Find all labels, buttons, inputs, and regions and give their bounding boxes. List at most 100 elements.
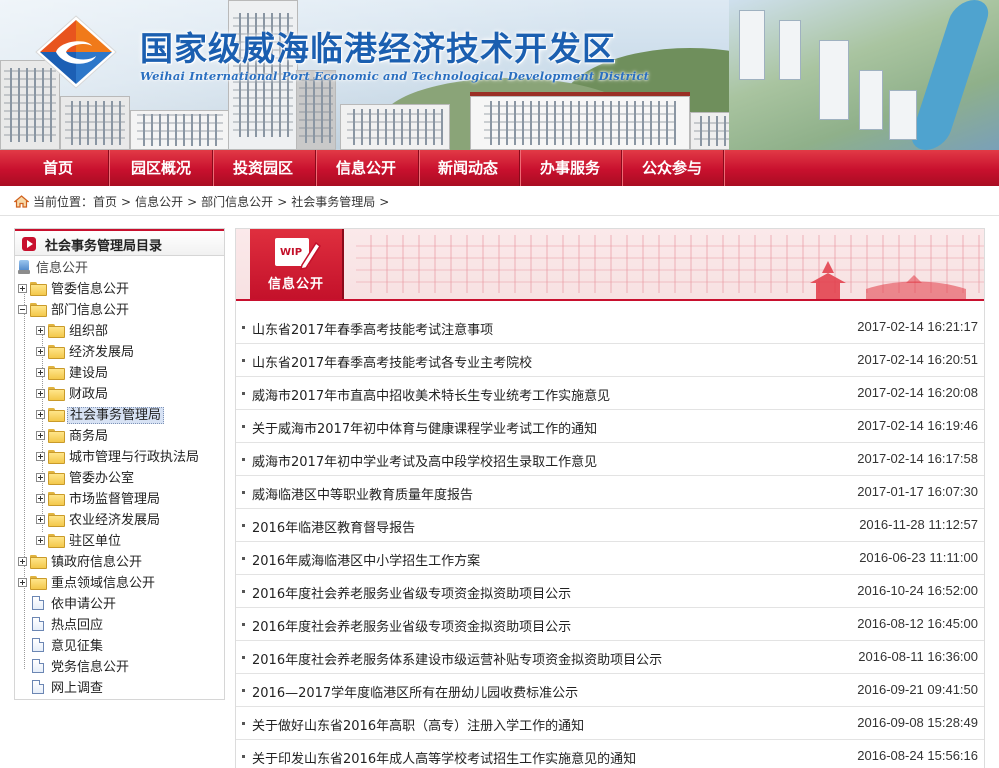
breadcrumb-link-home[interactable]: 首页	[93, 195, 117, 209]
info-disclosure-badge: WIP 信息公开	[250, 229, 342, 299]
breadcrumb-link-current[interactable]: 社会事务管理局	[291, 195, 375, 209]
article-row[interactable]: 关于做好山东省2016年高职（高专）注册入学工作的通知 2016-09-08 15…	[236, 707, 984, 740]
article-row[interactable]: 2016年度社会养老服务业省级专项资金拟资助项目公示 2016-10-24 16:…	[236, 575, 984, 608]
tree-node-on-request[interactable]: 依申请公开	[32, 594, 118, 615]
breadcrumb-link-info[interactable]: 信息公开	[135, 195, 183, 209]
tree-node-market-supervision[interactable]: 市场监督管理局	[36, 489, 162, 510]
article-title-link[interactable]: 山东省2017年春季高考技能考试注意事项	[252, 319, 493, 338]
folder-icon	[48, 513, 65, 527]
nav-item-public-participation[interactable]: 公众参与	[623, 150, 721, 186]
expand-icon[interactable]	[36, 473, 45, 482]
article-row[interactable]: 2016年度社会养老服务业省级专项资金拟资助项目公示 2016-08-12 16:…	[236, 608, 984, 641]
document-icon	[32, 596, 44, 610]
article-title-link[interactable]: 2016年度社会养老服务体系建设市级运营补贴专项资金拟资助项目公示	[252, 649, 662, 668]
article-title-link[interactable]: 关于印发山东省2016年成人高等学校考试招生工作实施意见的通知	[252, 748, 636, 767]
tree-node-social-affairs[interactable]: 社会事务管理局	[36, 405, 165, 426]
tree-node-opinion-collection[interactable]: 意见征集	[32, 636, 105, 657]
article-date: 2017-02-14 16:21:17	[857, 319, 978, 334]
home-icon	[14, 195, 29, 208]
expand-icon[interactable]	[36, 326, 45, 335]
tree-node-online-survey[interactable]: 网上调查	[32, 678, 105, 699]
svg-text:WIP: WIP	[280, 247, 302, 258]
bullet-icon	[242, 458, 245, 461]
tree-node-agriculture[interactable]: 农业经济发展局	[36, 510, 162, 531]
tree-node-dept-info[interactable]: 部门信息公开	[18, 300, 131, 321]
article-title-link[interactable]: 2016年临港区教育督导报告	[252, 517, 415, 536]
tree-node-key-areas[interactable]: 重点领域信息公开	[18, 573, 157, 594]
folder-icon	[48, 366, 65, 380]
expand-icon[interactable]	[36, 536, 45, 545]
folder-icon	[30, 555, 47, 569]
banner-building	[340, 104, 450, 150]
nav-item-home[interactable]: 首页	[10, 150, 106, 186]
nav-item-news[interactable]: 新闻动态	[420, 150, 516, 186]
tree-root-label: 信息公开	[36, 261, 89, 276]
breadcrumb: 当前位置：首页 > 信息公开 > 部门信息公开 > 社会事务管理局 >	[14, 193, 393, 210]
article-row[interactable]: 山东省2017年春季高考技能考试注意事项 2017-02-14 16:21:17	[236, 311, 984, 344]
expand-icon[interactable]	[36, 494, 45, 503]
article-title-link[interactable]: 2016年度社会养老服务业省级专项资金拟资助项目公示	[252, 616, 571, 635]
article-title-link[interactable]: 山东省2017年春季高考技能考试各专业主考院校	[252, 352, 532, 371]
banner-building	[60, 96, 130, 150]
article-row[interactable]: 2016年威海临港区中小学招生工作方案 2016-06-23 11:11:00	[236, 542, 984, 575]
expand-icon[interactable]	[36, 368, 45, 377]
article-row[interactable]: 关于威海市2017年初中体育与健康课程学业考试工作的通知 2017-02-14 1…	[236, 410, 984, 443]
tree-node-label: 党务信息公开	[51, 660, 130, 675]
expand-icon[interactable]	[36, 431, 45, 440]
expand-icon[interactable]	[36, 347, 45, 356]
expand-icon[interactable]	[18, 284, 27, 293]
article-title-link[interactable]: 关于做好山东省2016年高职（高专）注册入学工作的通知	[252, 715, 584, 734]
breadcrumb-separator: >	[379, 195, 390, 209]
main-content: WIP 信息公开 山东省2017年春季高考技能考试注意事项 2017-02-14 …	[235, 228, 985, 768]
tree-node-finance[interactable]: 财政局	[36, 384, 110, 405]
article-title-link[interactable]: 威海市2017年初中学业考试及高中段学校招生录取工作意见	[252, 451, 597, 470]
tree-root[interactable]: 信息公开	[18, 258, 90, 279]
tree-node-resident-units[interactable]: 驻区单位	[36, 531, 123, 552]
tree-node-commerce[interactable]: 商务局	[36, 426, 110, 447]
site-logo-icon[interactable]	[30, 12, 122, 92]
article-title-link[interactable]: 2016年度社会养老服务业省级专项资金拟资助项目公示	[252, 583, 571, 602]
article-title-link[interactable]: 2016—2017学年度临港区所有在册幼儿园收费标准公示	[252, 682, 578, 701]
tree-node-label: 财政局	[69, 387, 109, 402]
folder-icon	[48, 450, 65, 464]
tree-node-construction[interactable]: 建设局	[36, 363, 110, 384]
tree-node-urban-management[interactable]: 城市管理与行政执法局	[36, 447, 201, 468]
nav-item-services[interactable]: 办事服务	[521, 150, 619, 186]
collapse-icon[interactable]	[18, 305, 27, 314]
article-title-link[interactable]: 2016年威海临港区中小学招生工作方案	[252, 550, 480, 569]
tree-node-town-gov[interactable]: 镇政府信息公开	[18, 552, 144, 573]
bullet-icon	[242, 491, 245, 494]
document-icon	[32, 680, 44, 694]
article-row[interactable]: 2016年度社会养老服务体系建设市级运营补贴专项资金拟资助项目公示 2016-08…	[236, 641, 984, 674]
tree-node-party-affairs[interactable]: 党务信息公开	[32, 657, 131, 678]
article-row[interactable]: 威海临港区中等职业教育质量年度报告 2017-01-17 16:07:30	[236, 476, 984, 509]
tree-node-organization[interactable]: 组织部	[36, 321, 110, 342]
article-row[interactable]: 威海市2017年市直高中招收美术特长生专业统考工作实施意见 2017-02-14 …	[236, 377, 984, 410]
tree-node-label: 热点回应	[51, 618, 104, 633]
article-row[interactable]: 2016—2017学年度临港区所有在册幼儿园收费标准公示 2016-09-21 0…	[236, 674, 984, 707]
expand-icon[interactable]	[36, 452, 45, 461]
bullet-icon	[242, 425, 245, 428]
article-title-link[interactable]: 威海临港区中等职业教育质量年度报告	[252, 484, 473, 503]
nav-item-park-overview[interactable]: 园区概况	[112, 150, 210, 186]
bullet-icon	[242, 590, 245, 593]
tree-node-economic-dev[interactable]: 经济发展局	[36, 342, 136, 363]
expand-icon[interactable]	[18, 578, 27, 587]
tree-node-hot-responses[interactable]: 热点回应	[32, 615, 105, 636]
tree-node-committee-info[interactable]: 管委信息公开	[18, 279, 131, 300]
article-title-link[interactable]: 关于威海市2017年初中体育与健康课程学业考试工作的通知	[252, 418, 597, 437]
nav-item-info-disclosure[interactable]: 信息公开	[317, 150, 415, 186]
tree-node-label: 农业经济发展局	[69, 513, 161, 528]
expand-icon[interactable]	[36, 410, 45, 419]
article-row[interactable]: 2016年临港区教育督导报告 2016-11-28 11:12:57	[236, 509, 984, 542]
article-row[interactable]: 威海市2017年初中学业考试及高中段学校招生录取工作意见 2017-02-14 1…	[236, 443, 984, 476]
article-row[interactable]: 山东省2017年春季高考技能考试各专业主考院校 2017-02-14 16:20:…	[236, 344, 984, 377]
expand-icon[interactable]	[36, 515, 45, 524]
expand-icon[interactable]	[36, 389, 45, 398]
breadcrumb-link-dept[interactable]: 部门信息公开	[201, 195, 273, 209]
expand-icon[interactable]	[18, 557, 27, 566]
nav-item-investment[interactable]: 投资园区	[214, 150, 312, 186]
breadcrumb-separator: >	[121, 195, 132, 209]
tree-node-committee-office[interactable]: 管委办公室	[36, 468, 136, 489]
article-title-link[interactable]: 威海市2017年市直高中招收美术特长生专业统考工作实施意见	[252, 385, 610, 404]
